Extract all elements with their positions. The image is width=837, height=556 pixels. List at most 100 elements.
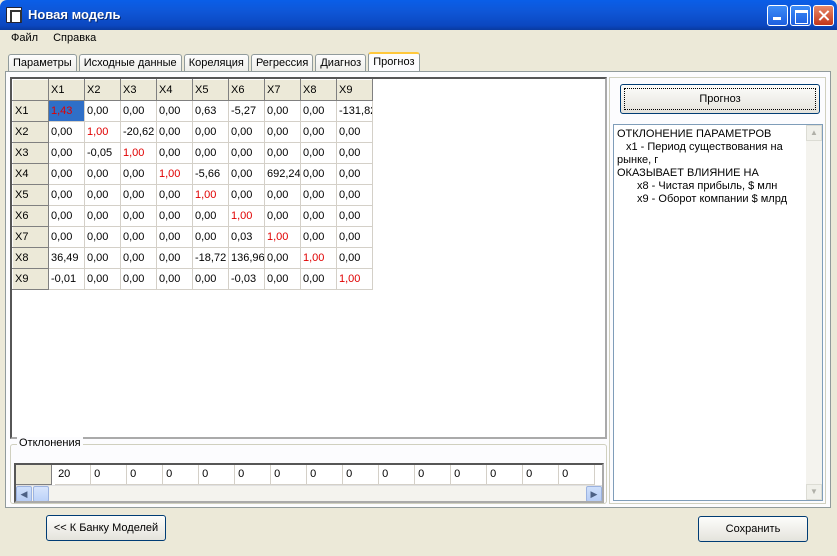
deviation-cell[interactable]: 0 [91, 465, 128, 485]
grid-cell[interactable]: 1,00 [156, 163, 193, 185]
menu-file[interactable]: Файл [4, 30, 43, 44]
grid-cell[interactable]: 0,00 [336, 184, 373, 206]
deviation-cell[interactable]: 0 [523, 465, 560, 485]
grid-cell[interactable]: 0,00 [192, 121, 229, 143]
grid-cell[interactable]: 1,00 [84, 121, 121, 143]
grid-cell[interactable]: 0,00 [156, 205, 193, 227]
grid-cell[interactable]: 0,00 [264, 121, 301, 143]
grid-cell[interactable]: 0,00 [264, 184, 301, 206]
deviation-cell[interactable]: 0 [271, 465, 308, 485]
grid-cell[interactable]: 0,00 [156, 100, 193, 122]
grid-cell[interactable]: 0,00 [228, 142, 265, 164]
grid-cell[interactable]: 0,00 [300, 226, 337, 248]
grid-cell[interactable]: 0,00 [120, 184, 157, 206]
grid-cell[interactable]: 0,00 [48, 184, 85, 206]
grid-cell[interactable]: 0,00 [300, 100, 337, 122]
save-button[interactable]: Сохранить [698, 516, 808, 542]
grid-cell[interactable]: 1,00 [336, 268, 373, 290]
grid-cell[interactable]: 0,00 [264, 100, 301, 122]
grid-cell[interactable]: -0,03 [228, 268, 265, 290]
deviation-cell[interactable]: 0 [559, 465, 596, 485]
grid-cell[interactable]: 0,00 [264, 247, 301, 269]
grid-cell[interactable]: 0,00 [48, 205, 85, 227]
grid-cell[interactable]: -0,01 [48, 268, 85, 290]
forecast-output[interactable]: ОТКЛОНЕНИЕ ПАРАМЕТРОВ x1 - Период существ… [613, 124, 823, 501]
grid-cell[interactable]: 0,00 [84, 184, 121, 206]
grid-cell[interactable]: 0,00 [192, 142, 229, 164]
grid-cell[interactable]: 0,00 [48, 226, 85, 248]
deviation-cell[interactable]: 0 [487, 465, 524, 485]
grid-cell[interactable]: 1,00 [192, 184, 229, 206]
grid-cell[interactable]: 0,00 [300, 163, 337, 185]
grid-cell[interactable]: 0,00 [300, 205, 337, 227]
deviation-cell[interactable]: 0 [127, 465, 164, 485]
grid-cell[interactable]: 0,00 [120, 163, 157, 185]
grid-cell[interactable]: 0,00 [156, 184, 193, 206]
grid-cell[interactable]: 0,00 [336, 247, 373, 269]
grid-cell[interactable]: -20,62 [120, 121, 157, 143]
grid-cell[interactable]: 0,00 [300, 142, 337, 164]
scroll-left-icon[interactable]: ◀ [16, 486, 32, 501]
grid-cell[interactable]: 0,00 [156, 142, 193, 164]
deviation-cell[interactable]: 0 [163, 465, 200, 485]
deviation-cell[interactable]: 0 [343, 465, 380, 485]
grid-cell[interactable]: 0,00 [300, 268, 337, 290]
grid-cell[interactable]: 1,43 [48, 100, 85, 122]
grid-cell[interactable]: 0,00 [156, 121, 193, 143]
menu-help[interactable]: Справка [46, 30, 101, 44]
grid-cell[interactable]: 0,00 [120, 247, 157, 269]
grid-cell[interactable]: 0,00 [336, 121, 373, 143]
grid-cell[interactable]: 0,00 [264, 268, 301, 290]
deviation-cell[interactable]: 0 [199, 465, 236, 485]
horizontal-scrollbar[interactable]: ◀ ▶ [16, 485, 602, 501]
forecast-button[interactable]: Прогноз [620, 84, 820, 114]
grid-cell[interactable]: 0,00 [228, 163, 265, 185]
grid-cell[interactable]: 0,00 [192, 226, 229, 248]
vertical-scrollbar[interactable]: ▲ ▼ [806, 125, 822, 500]
influence-matrix-grid[interactable]: X1 X2 X3 X4 X5 X6 X7 X8 X9 X1 1,43 0,00 0,0… [10, 77, 607, 439]
grid-cell[interactable]: 0,00 [120, 100, 157, 122]
deviation-cell[interactable]: 0 [379, 465, 416, 485]
grid-cell[interactable]: 0,00 [300, 184, 337, 206]
grid-cell[interactable]: -0,05 [84, 142, 121, 164]
deviation-cell[interactable]: 0 [235, 465, 272, 485]
grid-cell[interactable]: 0,00 [336, 205, 373, 227]
grid-cell[interactable]: 0,00 [300, 121, 337, 143]
grid-cell[interactable]: 0,00 [84, 226, 121, 248]
grid-cell[interactable]: 0,00 [84, 268, 121, 290]
grid-cell[interactable]: 692,24 [264, 163, 301, 185]
grid-cell[interactable]: 0,00 [48, 163, 85, 185]
grid-cell[interactable]: 0,00 [264, 142, 301, 164]
grid-cell[interactable]: 0,00 [336, 226, 373, 248]
grid-cell[interactable]: 0,00 [84, 163, 121, 185]
grid-cell[interactable]: 0,00 [336, 142, 373, 164]
deviation-cell[interactable]: 0 [307, 465, 344, 485]
grid-cell[interactable]: -5,27 [228, 100, 265, 122]
grid-cell[interactable]: 0,00 [120, 226, 157, 248]
grid-cell[interactable]: 0,00 [48, 142, 85, 164]
grid-cell[interactable]: 1,00 [228, 205, 265, 227]
grid-cell[interactable]: 0,00 [192, 205, 229, 227]
close-button[interactable] [813, 5, 834, 26]
scroll-down-icon[interactable]: ▼ [806, 484, 822, 500]
scroll-right-icon[interactable]: ▶ [586, 486, 602, 501]
grid-cell[interactable]: 0,00 [156, 226, 193, 248]
grid-cell[interactable]: 0,00 [228, 184, 265, 206]
grid-cell[interactable]: 1,00 [264, 226, 301, 248]
grid-cell[interactable]: 0,00 [264, 205, 301, 227]
grid-cell[interactable]: 0,00 [84, 247, 121, 269]
grid-cell[interactable]: 136,96 [228, 247, 265, 269]
grid-cell[interactable]: 36,49 [48, 247, 85, 269]
scroll-up-icon[interactable]: ▲ [806, 125, 822, 141]
grid-cell[interactable]: 0,00 [120, 205, 157, 227]
grid-cell[interactable]: 1,00 [120, 142, 157, 164]
grid-cell[interactable]: 0,00 [84, 100, 121, 122]
grid-cell[interactable]: -131,82 [336, 100, 373, 122]
deviations-grid[interactable]: 20 0 0 0 0 0 0 0 0 0 0 0 0 0 0 ◀ ▶ [14, 463, 604, 503]
deviation-cell[interactable]: 0 [451, 465, 488, 485]
grid-cell[interactable]: -5,66 [192, 163, 229, 185]
grid-cell[interactable]: 0,00 [228, 121, 265, 143]
grid-cell[interactable]: 0,00 [336, 163, 373, 185]
grid-cell[interactable]: 0,63 [192, 100, 229, 122]
grid-cell[interactable]: 0,00 [84, 205, 121, 227]
